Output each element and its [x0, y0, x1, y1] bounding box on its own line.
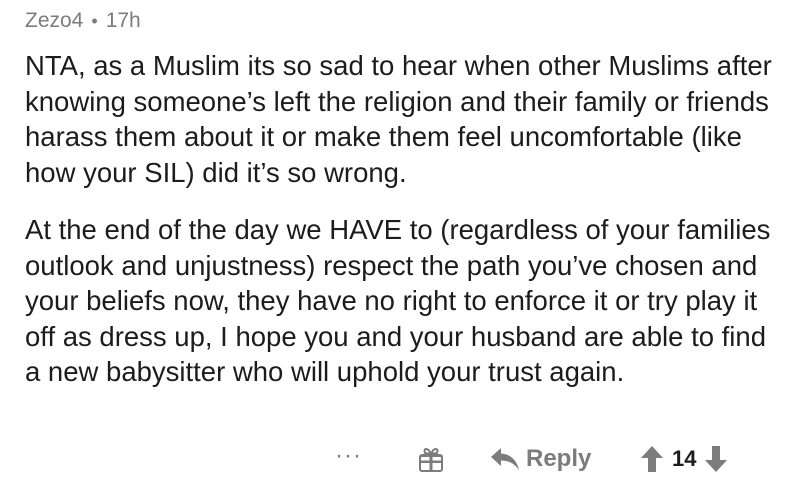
- more-options-button[interactable]: ···: [335, 444, 362, 468]
- comment-actions: ··· Reply 14: [0, 442, 800, 478]
- vote-controls: 14: [640, 442, 728, 476]
- vote-score: 14: [672, 446, 697, 471]
- comment-age[interactable]: 17h: [106, 9, 141, 33]
- upvote-arrow-icon[interactable]: [640, 445, 664, 473]
- comment-paragraph-1: NTA, as a Muslim its so sad to hear when…: [25, 50, 772, 188]
- reply-button[interactable]: Reply: [490, 442, 591, 476]
- downvote-arrow-icon[interactable]: [704, 445, 728, 473]
- comment-author[interactable]: Zezo4: [25, 9, 83, 33]
- reply-label: Reply: [526, 445, 592, 472]
- meta-separator: •: [91, 10, 98, 31]
- comment-paragraph-2: At the end of the day we HAVE to (regard…: [25, 214, 771, 387]
- comment-body: NTA, as a Muslim its so sad to hear when…: [25, 48, 785, 390]
- reply-arrow-icon: [491, 448, 519, 470]
- comment-meta: Zezo4 • 17h: [25, 6, 785, 36]
- gift-icon[interactable]: [416, 444, 446, 474]
- comment: Zezo4 • 17h NTA, as a Muslim its so sad …: [25, 6, 785, 412]
